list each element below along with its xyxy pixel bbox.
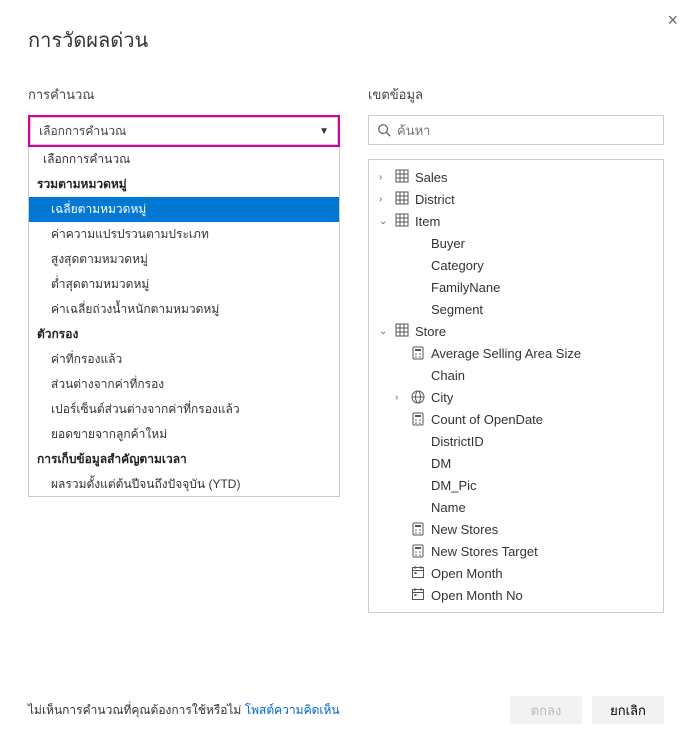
calc-icon (411, 346, 425, 360)
tree-node-label: Count of OpenDate (431, 412, 543, 427)
calc-icon (411, 522, 425, 536)
tree-node-label: City (431, 390, 453, 405)
chevron-down-icon[interactable]: ⌄ (379, 216, 389, 227)
ok-button: ตกลง (510, 696, 582, 724)
tree-field-node[interactable]: ›Name (369, 496, 663, 518)
search-icon (377, 123, 391, 137)
hier-icon (411, 390, 425, 404)
tree-field-node[interactable]: ›Open Month (369, 562, 663, 584)
calc-icon (411, 412, 425, 426)
dropdown-option[interactable]: ต่ำสุดตามหมวดหมู่ (29, 272, 339, 297)
calc-icon (411, 544, 425, 558)
dropdown-option[interactable]: ผลรวมตั้งแต่ต้นปีจนถึงปัจจุบัน (YTD) (29, 472, 339, 497)
dropdown-option[interactable]: ยอดขายจากลูกค้าใหม่ (29, 422, 339, 447)
dropdown-group-header: ตัวกรอง (29, 322, 339, 347)
close-icon[interactable]: × (667, 10, 678, 31)
dropdown-option[interactable]: ส่วนต่างจากค่าที่กรอง (29, 372, 339, 397)
tree-node-label: Buyer (431, 236, 465, 251)
tree-field-node[interactable]: ›New Stores Target (369, 540, 663, 562)
tree-node-label: New Stores Target (431, 544, 538, 559)
tree-node-label: Segment (431, 302, 483, 317)
table-icon (395, 323, 409, 340)
tree-node-label: Item (415, 214, 440, 229)
fields-label: เขตข้อมูล (368, 84, 664, 105)
dialog-title: การวัดผลด่วน (28, 24, 664, 56)
fields-column: เขตข้อมูล ›Sales›District⌄Item›Buyer›Cat… (368, 84, 664, 613)
tree-field-node[interactable]: ›DM (369, 452, 663, 474)
tree-field-node[interactable]: ›DistrictID (369, 430, 663, 452)
dropdown-option[interactable]: เปอร์เซ็นต์ส่วนต่างจากค่าที่กรองแล้ว (29, 397, 339, 422)
dropdown-group-header: รวมตามหมวดหมู่ (29, 172, 339, 197)
fields-search[interactable] (368, 115, 664, 145)
dropdown-selected-text: เลือกการคำนวณ (39, 122, 126, 141)
chevron-down-icon: ▼ (319, 126, 329, 137)
tree-field-node[interactable]: ›Average Selling Area Size (369, 342, 663, 364)
calculation-dropdown[interactable]: เลือกการคำนวณ ▼ (30, 117, 338, 145)
feedback-link[interactable]: โพสต์ความคิดเห็น (245, 703, 340, 717)
dropdown-option[interactable]: ค่าเฉลี่ยถ่วงน้ำหนักตามหมวดหมู่ (29, 297, 339, 322)
table-icon (395, 213, 409, 230)
chevron-right-icon[interactable]: › (379, 194, 389, 205)
dropdown-option[interactable]: เฉลี่ยตามหมวดหมู่ (29, 197, 339, 222)
dropdown-option[interactable]: ค่าความแปรปรวนตามประเภท (29, 222, 339, 247)
calculation-label: การคำนวณ (28, 84, 340, 105)
quick-measure-dialog: × การวัดผลด่วน การคำนวณ เลือกการคำนวณ ▼ … (0, 0, 692, 742)
date-icon (411, 565, 425, 582)
tree-node-label: DM_Pic (431, 478, 477, 493)
tree-field-node[interactable]: ›New Stores (369, 518, 663, 540)
chevron-right-icon[interactable]: › (395, 392, 405, 403)
tree-table-node[interactable]: › Sales (369, 166, 663, 188)
calculation-dropdown-highlight: เลือกการคำนวณ ▼ (28, 115, 340, 147)
date-icon (411, 587, 425, 604)
tree-node-label: FamilyNane (431, 280, 500, 295)
tree-field-node[interactable]: ›Buyer (369, 232, 663, 254)
dropdown-option[interactable]: ค่าที่กรองแล้ว (29, 347, 339, 372)
dropdown-option[interactable]: สูงสุดตามหมวดหมู่ (29, 247, 339, 272)
dialog-footer: ไม่เห็นการคำนวณที่คุณต้องการใช้หรือไม่ โ… (28, 696, 664, 724)
tree-field-node[interactable]: ›Segment (369, 298, 663, 320)
chevron-down-icon[interactable]: ⌄ (379, 326, 389, 337)
tree-node-label: Sales (415, 170, 448, 185)
tree-node-label: DM (431, 456, 451, 471)
dropdown-group-header: การเก็บข้อมูลสำคัญตามเวลา (29, 447, 339, 472)
tree-node-label: Category (431, 258, 484, 273)
tree-node-label: Average Selling Area Size (431, 346, 581, 361)
cancel-button[interactable]: ยกเลิก (592, 696, 664, 724)
tree-field-node[interactable]: ›Open Month No (369, 584, 663, 606)
tree-node-label: Open Month No (431, 588, 523, 603)
chevron-right-icon[interactable]: › (379, 172, 389, 183)
tree-field-node[interactable]: ›Chain (369, 364, 663, 386)
tree-node-label: Store (415, 324, 446, 339)
tree-field-node[interactable]: ›Count of OpenDate (369, 408, 663, 430)
search-input[interactable] (397, 123, 655, 138)
tree-node-label: Chain (431, 368, 465, 383)
tree-field-node[interactable]: ›DM_Pic (369, 474, 663, 496)
dropdown-option[interactable]: เลือกการคำนวณ (29, 147, 339, 172)
tree-node-label: Open Month (431, 566, 503, 581)
tree-field-node[interactable]: › City (369, 386, 663, 408)
tree-node-label: New Stores (431, 522, 498, 537)
help-text: ไม่เห็นการคำนวณที่คุณต้องการใช้หรือไม่ โ… (28, 701, 340, 720)
calculation-dropdown-list[interactable]: เลือกการคำนวณรวมตามหมวดหมู่เฉลี่ยตามหมวด… (28, 147, 340, 497)
tree-field-node[interactable]: ›FamilyNane (369, 276, 663, 298)
table-icon (395, 169, 409, 186)
tree-field-node[interactable]: ›Category (369, 254, 663, 276)
tree-table-node[interactable]: ⌄ Item (369, 210, 663, 232)
tree-node-label: District (415, 192, 455, 207)
table-icon (395, 191, 409, 208)
tree-node-label: DistrictID (431, 434, 484, 449)
tree-table-node[interactable]: › District (369, 188, 663, 210)
tree-table-node[interactable]: ⌄ Store (369, 320, 663, 342)
fields-tree[interactable]: ›Sales›District⌄Item›Buyer›Category›Fami… (368, 159, 664, 613)
tree-node-label: Name (431, 500, 466, 515)
calculation-column: การคำนวณ เลือกการคำนวณ ▼ เลือกการคำนวณรว… (28, 84, 340, 613)
